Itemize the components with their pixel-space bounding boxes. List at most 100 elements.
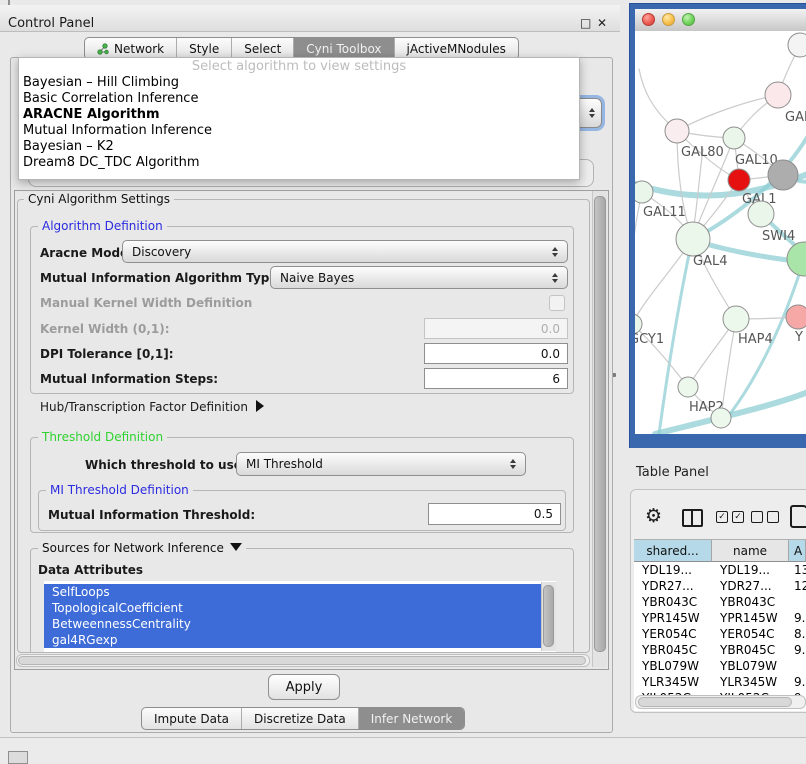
tab-select[interactable]: Select <box>232 38 294 59</box>
mi-threshold-field[interactable]: 0.5 <box>428 503 561 525</box>
network-view-canvas[interactable]: GALGAL80GAL10GAL1GAL11SWI4GAL4GCY1HAP4YH… <box>635 31 806 434</box>
node-table: shared... name A YDL19...YDL19...13YDR27… <box>634 539 806 711</box>
table-row[interactable]: YBR045CYBR045C9. <box>634 642 806 658</box>
table-row[interactable]: YBL079WYBL079W <box>634 658 806 674</box>
mi-algorithm-type-label: Mutual Information Algorithm Type: <box>40 271 282 285</box>
close-icon[interactable]: ✕ <box>597 16 607 30</box>
algorithm-option[interactable]: Dream8 DC_TDC Algorithm <box>19 155 579 171</box>
kernel-width-field[interactable]: 0.0 <box>424 318 568 339</box>
mi-algorithm-type-combo[interactable]: Naive Bayes <box>270 266 568 289</box>
tab-impute-data[interactable]: Impute Data <box>142 708 242 729</box>
algorithm-option[interactable]: ARACNE Algorithm <box>19 107 579 123</box>
algorithm-dropdown-popup: Select algorithm to view settings Bayesi… <box>18 57 580 180</box>
network-edge[interactable] <box>677 95 778 131</box>
window-zoom-icon[interactable] <box>682 13 695 26</box>
table-row[interactable]: YLR345WYLR345W9. <box>634 674 806 690</box>
sources-legend-label: Sources for Network Inference <box>42 541 224 555</box>
network-node[interactable] <box>768 160 798 190</box>
manual-kernel-checkbox[interactable] <box>549 295 565 311</box>
attribute-list-item[interactable]: TopologicalCoefficient <box>44 600 556 616</box>
network-node[interactable] <box>723 306 749 332</box>
window-minimize-icon[interactable] <box>662 13 675 26</box>
attributes-list-scrollbar-thumb[interactable] <box>543 585 554 647</box>
tab-discretize-data[interactable]: Discretize Data <box>242 708 359 729</box>
network-node[interactable] <box>678 377 698 397</box>
network-node[interactable] <box>787 242 806 276</box>
table-row[interactable]: YBR043CYBR043C <box>634 594 806 610</box>
settings-hscrollbar-thumb[interactable] <box>18 656 586 665</box>
apply-button[interactable]: Apply <box>268 674 340 700</box>
tab-jactivemnodules[interactable]: jActiveMNodules <box>395 38 518 59</box>
network-node[interactable] <box>665 119 689 143</box>
algorithm-option[interactable]: Bayesian – K2 <box>19 139 579 155</box>
network-graph: GALGAL80GAL10GAL1GAL11SWI4GAL4GCY1HAP4YH… <box>635 31 806 434</box>
table-cell: 9. <box>789 611 806 625</box>
settings-vscrollbar-thumb[interactable] <box>594 196 606 652</box>
tab-label: jActiveMNodules <box>407 42 506 56</box>
which-threshold-combo[interactable]: MI Threshold <box>236 452 526 476</box>
table-panel-title: Table Panel <box>636 465 709 480</box>
hub-definition-toggle[interactable]: Hub/Transcription Factor Definition <box>40 400 264 414</box>
bottom-strip <box>0 737 806 763</box>
tab-label: Network <box>114 42 164 56</box>
column-header-partial[interactable]: A <box>789 540 806 562</box>
chevron-down-icon <box>230 543 242 551</box>
combo-arrows-icon <box>589 108 595 118</box>
table-row[interactable]: YER054CYER054C8. <box>634 626 806 642</box>
network-node[interactable] <box>676 222 710 256</box>
mi-steps-field[interactable]: 6 <box>424 368 568 389</box>
tab-network[interactable]: Network <box>85 38 177 59</box>
table-cell: 9. <box>789 675 806 689</box>
tab-label: Cyni Toolbox <box>306 42 381 56</box>
network-node[interactable] <box>748 201 774 227</box>
algorithm-option[interactable]: Bayesian – Hill Climbing <box>19 75 579 91</box>
dpi-tolerance-field[interactable]: 0.0 <box>424 343 568 364</box>
restore-icon[interactable]: □ <box>580 16 591 30</box>
network-node[interactable] <box>723 127 745 149</box>
table-hscrollbar-thumb[interactable] <box>638 697 792 707</box>
table-cell: 12 <box>789 579 806 593</box>
document-icon[interactable] <box>790 505 806 528</box>
sources-legend[interactable]: Sources for Network Inference <box>38 541 246 555</box>
table-row[interactable]: YPR145WYPR145W9. <box>634 610 806 626</box>
network-node[interactable] <box>765 82 791 108</box>
manual-kernel-label: Manual Kernel Width Definition <box>40 296 252 310</box>
network-window-titlebar[interactable] <box>635 9 806 32</box>
network-node[interactable] <box>635 314 642 334</box>
table-cell: YLR345W <box>634 675 712 689</box>
algorithm-option[interactable]: Mutual Information Inference <box>19 123 579 139</box>
table-row[interactable]: YDR27...YDR27...12 <box>634 578 806 594</box>
gear-icon[interactable]: ⚙ <box>645 505 662 527</box>
network-node[interactable] <box>635 181 653 203</box>
aracne-mode-value: Discovery <box>132 245 191 259</box>
split-view-icon[interactable] <box>682 509 703 527</box>
tab-cyni-toolbox[interactable]: Cyni Toolbox <box>294 38 394 59</box>
network-node-label: HAP4 <box>738 332 773 347</box>
select-all-checkboxes-icon[interactable]: ✓ ✓ <box>716 511 744 523</box>
table-row[interactable]: YDL19...YDL19...13 <box>634 562 806 578</box>
column-header-name[interactable]: name <box>712 540 789 562</box>
window-close-icon[interactable] <box>642 13 655 26</box>
deselect-checkboxes-icon[interactable] <box>751 511 779 523</box>
network-node[interactable] <box>728 169 750 191</box>
aracne-mode-combo[interactable]: Discovery <box>122 240 568 263</box>
attribute-list-item[interactable]: SelfLoops <box>44 584 556 600</box>
column-header-shared-name[interactable]: shared... <box>634 540 712 562</box>
network-edge[interactable] <box>635 192 642 324</box>
network-node[interactable] <box>788 33 806 57</box>
tab-infer-network[interactable]: Infer Network <box>359 708 465 729</box>
combo-arrows-icon <box>552 273 558 283</box>
minimized-panel-tab[interactable] <box>8 751 28 764</box>
table-cell: YBL079W <box>634 659 712 673</box>
attribute-list-item[interactable]: BetweennessCentrality <box>44 616 556 632</box>
tab-label: Infer Network <box>371 712 453 726</box>
attribute-list-item[interactable]: gal4RGexp <box>44 632 556 648</box>
tab-style[interactable]: Style <box>177 38 232 59</box>
table-cell: YBR043C <box>712 595 789 609</box>
algorithm-option[interactable]: Basic Correlation Inference <box>19 91 579 107</box>
network-icon <box>97 43 109 55</box>
screen: Control Panel □ ✕ Network Style Select C… <box>0 0 806 762</box>
network-node[interactable] <box>786 305 806 329</box>
network-node[interactable] <box>711 408 731 428</box>
control-panel-title: Control Panel <box>8 16 94 31</box>
